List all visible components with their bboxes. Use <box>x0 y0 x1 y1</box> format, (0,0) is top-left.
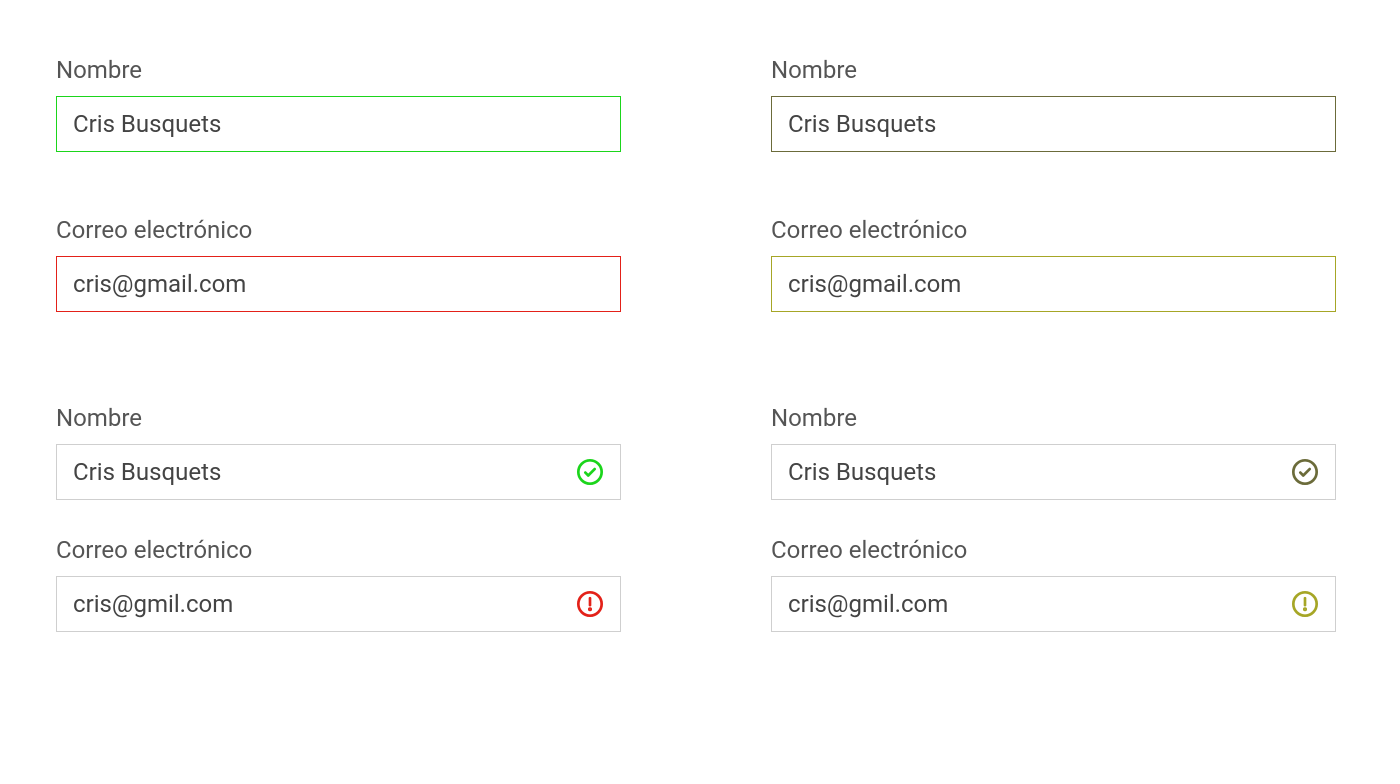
check-circle-icon <box>1291 458 1319 486</box>
alert-circle-icon <box>1291 590 1319 618</box>
name-input-valid-mono[interactable] <box>771 96 1336 152</box>
field-group-email-colored-left: Correo electrónico <box>56 216 621 312</box>
email-label: Correo electrónico <box>56 216 621 244</box>
field-group-name-icon-right: Nombre <box>771 404 1336 500</box>
email-label: Correo electrónico <box>771 216 1336 244</box>
name-label: Nombre <box>771 56 1336 84</box>
field-group-email-icon-left: Correo electrónico <box>56 536 621 632</box>
check-circle-icon <box>576 458 604 486</box>
form-variants-grid: Nombre Nombre Correo electrónico Correo … <box>56 56 1336 668</box>
name-input[interactable] <box>788 110 1319 138</box>
name-label: Nombre <box>56 404 621 432</box>
email-input[interactable] <box>788 270 1319 298</box>
email-input-error-icon-mono[interactable] <box>771 576 1336 632</box>
name-input[interactable] <box>73 110 604 138</box>
name-label: Nombre <box>56 56 621 84</box>
email-input[interactable] <box>73 270 604 298</box>
field-group-name-colored-right: Nombre <box>771 56 1336 152</box>
field-group-email-colored-right: Correo electrónico <box>771 216 1336 312</box>
email-label: Correo electrónico <box>56 536 621 564</box>
name-input[interactable] <box>73 458 576 486</box>
name-label: Nombre <box>771 404 1336 432</box>
field-group-email-icon-right: Correo electrónico <box>771 536 1336 632</box>
email-input[interactable] <box>788 590 1291 618</box>
email-input-error-mono[interactable] <box>771 256 1336 312</box>
name-input-valid-icon-mono[interactable] <box>771 444 1336 500</box>
field-group-name-icon-left: Nombre <box>56 404 621 500</box>
email-input-error-colored[interactable] <box>56 256 621 312</box>
name-input-valid-colored[interactable] <box>56 96 621 152</box>
email-input[interactable] <box>73 590 576 618</box>
alert-circle-icon <box>576 590 604 618</box>
email-label: Correo electrónico <box>771 536 1336 564</box>
email-input-error-icon-colored[interactable] <box>56 576 621 632</box>
name-input[interactable] <box>788 458 1291 486</box>
field-group-name-colored-left: Nombre <box>56 56 621 152</box>
name-input-valid-icon-colored[interactable] <box>56 444 621 500</box>
